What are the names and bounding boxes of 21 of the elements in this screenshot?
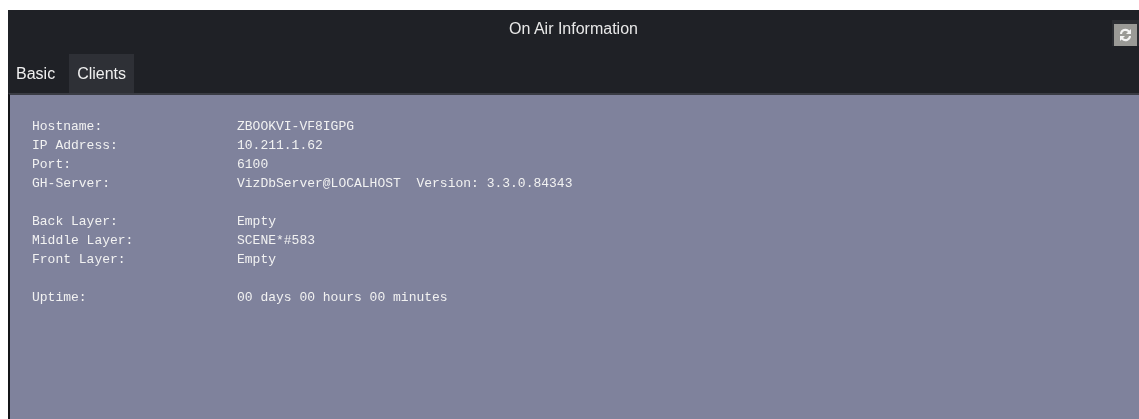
field-label: IP Address:	[32, 137, 119, 155]
refresh-icon	[1114, 23, 1137, 46]
field-label: Middle Layer:	[32, 232, 135, 250]
refresh-button[interactable]	[1112, 20, 1139, 46]
tab[interactable]: Basic	[8, 54, 64, 93]
field-label: Front Layer:	[32, 251, 127, 269]
field-value: VizDbServer@LOCALHOST Version: 3.3.0.84343	[237, 175, 573, 193]
field-label: Back Layer:	[32, 213, 119, 231]
field-value: 00 days 00 hours 00 minutes	[237, 289, 448, 307]
field-value: ZBOOKVI-VF8IGPG	[237, 118, 355, 136]
field-value: Empty	[237, 251, 276, 269]
field-value: 6100	[237, 156, 269, 174]
field-value: Empty	[237, 213, 276, 231]
field-value: 10.211.1.62	[237, 137, 323, 155]
field-label: Uptime:	[32, 289, 88, 307]
field-label: Port:	[32, 156, 72, 174]
field-value: SCENE*#583	[237, 232, 315, 250]
field-label: Hostname:	[32, 118, 104, 136]
tab[interactable]: Clients	[69, 54, 135, 93]
window-title: On Air Information	[509, 19, 638, 39]
field-label: GH-Server:	[32, 175, 111, 193]
